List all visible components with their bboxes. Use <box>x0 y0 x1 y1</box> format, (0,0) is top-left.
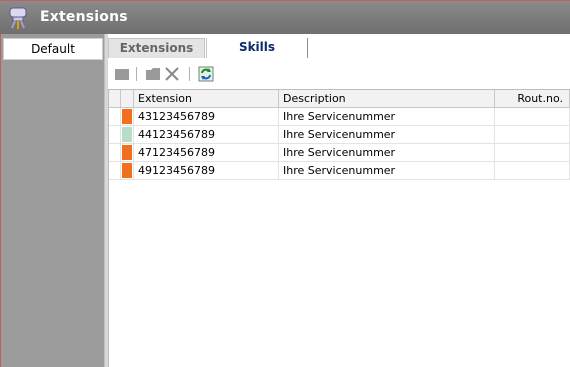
toolbar-separator <box>136 67 137 81</box>
header-selector-cell <box>109 90 121 108</box>
column-header-extension[interactable]: Extension <box>134 90 279 108</box>
refresh-icon[interactable] <box>198 66 214 82</box>
description-cell: Ihre Servicenummer <box>279 108 495 126</box>
rout-no-cell <box>495 126 570 144</box>
rout-no-cell <box>495 108 570 126</box>
status-swatch <box>122 127 132 142</box>
rout-no-cell <box>495 144 570 162</box>
window-title: Extensions <box>40 9 128 25</box>
toolbar-separator <box>189 67 190 81</box>
folder-icon[interactable] <box>145 66 161 82</box>
table-row[interactable]: 44123456789 Ihre Servicenummer <box>109 126 570 144</box>
toolbar <box>108 62 570 86</box>
title-bar: Extensions <box>0 0 570 34</box>
left-panel-item-default[interactable]: Default <box>3 38 103 60</box>
extension-cell: 49123456789 <box>134 162 279 180</box>
tab-extensions[interactable]: Extensions <box>108 38 205 58</box>
extension-cell: 44123456789 <box>134 126 279 144</box>
tab-skills[interactable]: Skills <box>206 38 308 58</box>
rout-no-cell <box>495 162 570 180</box>
grid-header: Extension Description Rout.no. <box>109 90 570 108</box>
extension-cell: 47123456789 <box>134 144 279 162</box>
status-swatch <box>122 145 132 160</box>
tab-bar: Extensions Skills <box>108 34 570 58</box>
row-selector[interactable] <box>109 144 121 162</box>
description-cell: Ihre Servicenummer <box>279 126 495 144</box>
new-icon[interactable] <box>114 66 130 82</box>
description-cell: Ihre Servicenummer <box>279 162 495 180</box>
extensions-grid: Extension Description Rout.no. 431234567… <box>108 89 570 367</box>
header-indicator-cell <box>121 90 134 108</box>
column-header-description[interactable]: Description <box>279 90 495 108</box>
table-row[interactable]: 49123456789 Ihre Servicenummer <box>109 162 570 180</box>
row-selector[interactable] <box>109 162 121 180</box>
delete-icon[interactable] <box>164 66 180 82</box>
status-indicator <box>121 126 134 144</box>
extension-cell: 43123456789 <box>134 108 279 126</box>
description-cell: Ihre Servicenummer <box>279 144 495 162</box>
status-indicator <box>121 162 134 180</box>
column-header-rout-no[interactable]: Rout.no. <box>495 90 570 108</box>
status-indicator <box>121 108 134 126</box>
table-row[interactable]: 43123456789 Ihre Servicenummer <box>109 108 570 126</box>
status-indicator <box>121 144 134 162</box>
status-swatch <box>122 109 132 124</box>
row-selector[interactable] <box>109 108 121 126</box>
left-panel: Default <box>0 34 104 367</box>
status-swatch <box>122 163 132 178</box>
row-selector[interactable] <box>109 126 121 144</box>
table-row[interactable]: 47123456789 Ihre Servicenummer <box>109 144 570 162</box>
plug-icon <box>9 7 27 29</box>
